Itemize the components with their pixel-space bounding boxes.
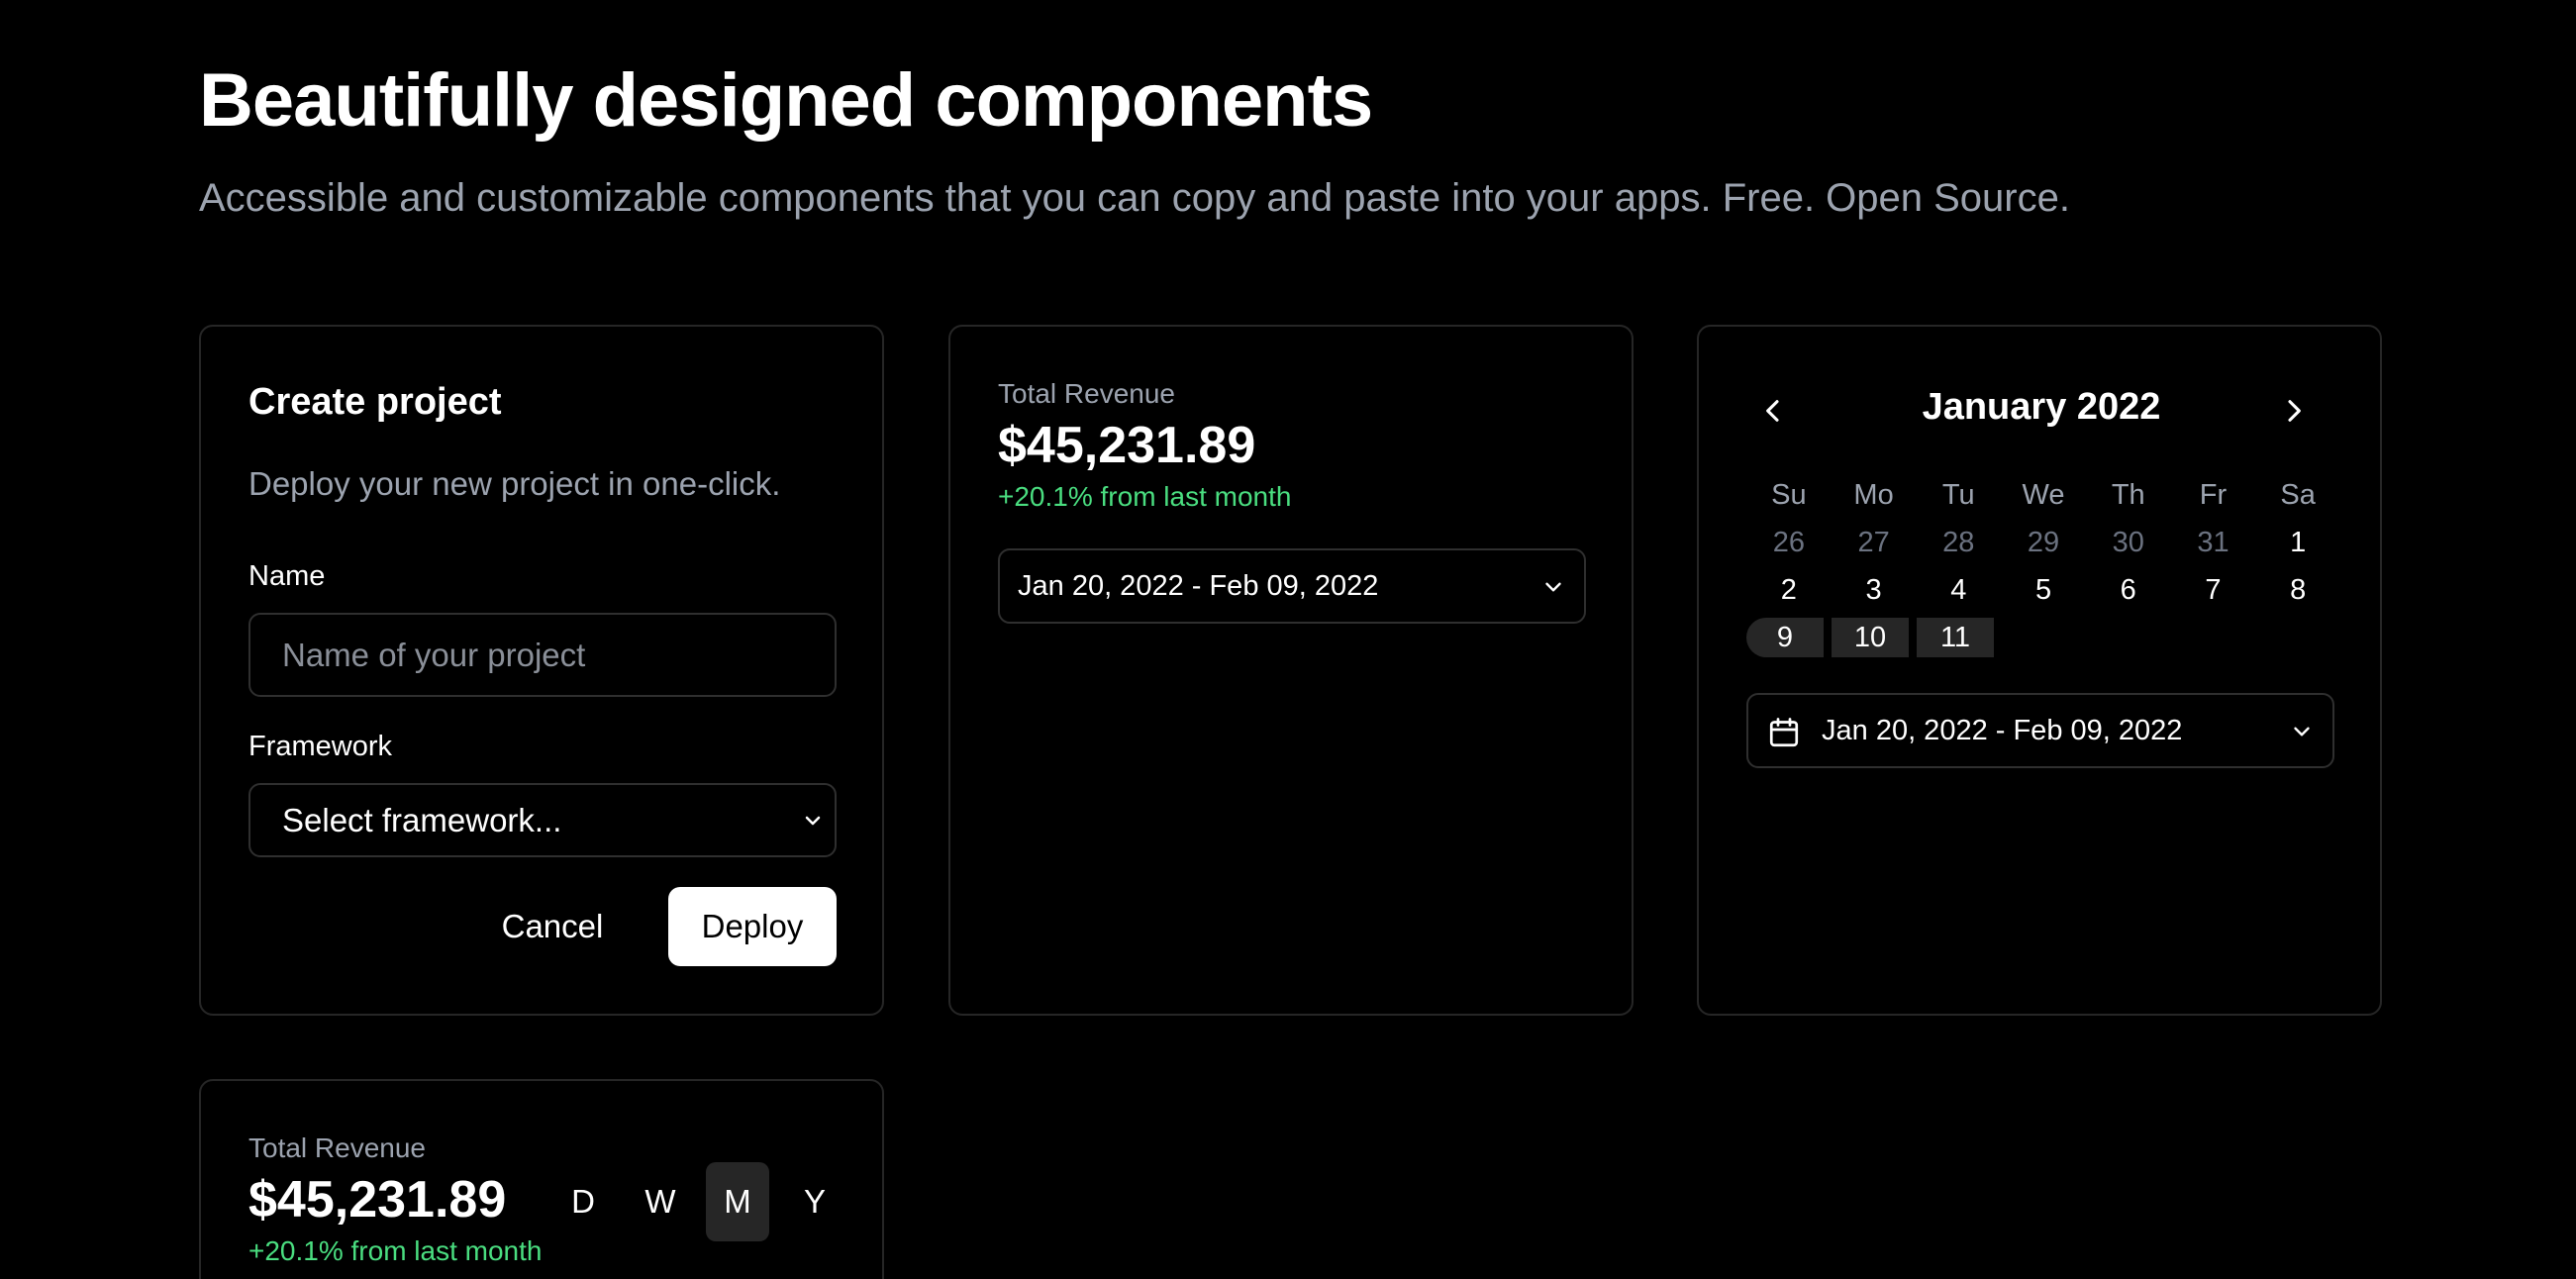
revenue-label: Total Revenue bbox=[998, 378, 1176, 409]
calendar-day[interactable]: 6 bbox=[2086, 570, 2171, 610]
revenue-card: Total Revenue $45,231.89 +20.1% from las… bbox=[948, 325, 1634, 1016]
framework-select-value: Select framework... bbox=[282, 801, 562, 838]
chevron-down-icon bbox=[2294, 727, 2310, 737]
calendar-grid: Su Mo Tu We Th Fr Sa 26 27 28 29 30 31 1… bbox=[1746, 475, 2340, 665]
calendar-week-row: 9 10 11 bbox=[1746, 618, 2340, 665]
name-label: Name bbox=[248, 560, 326, 592]
calendar-day[interactable]: 26 bbox=[1746, 523, 1832, 562]
weekday-label: Mo bbox=[1853, 478, 1894, 511]
calendar-day[interactable]: 1 bbox=[2255, 523, 2340, 562]
create-project-description: Deploy your new project in one-click. bbox=[248, 465, 781, 502]
calendar-icon bbox=[1769, 718, 1799, 747]
calendar-card: January 2022 Su Mo Tu We Th Fr Sa 26 27 … bbox=[1697, 325, 2382, 1016]
cancel-button[interactable]: Cancel bbox=[458, 887, 646, 966]
date-range-picker[interactable]: Jan 20, 2022 - Feb 09, 2022 bbox=[998, 548, 1586, 624]
calendar-day-selected[interactable]: 9 bbox=[1746, 618, 1824, 657]
create-project-title: Create project bbox=[248, 381, 502, 423]
calendar-day[interactable]: 29 bbox=[2001, 523, 2086, 562]
weekday-label: Tu bbox=[1941, 478, 1975, 511]
period-week-button[interactable]: W bbox=[629, 1162, 692, 1241]
date-range-value: Jan 20, 2022 - Feb 09, 2022 bbox=[1018, 569, 1379, 602]
calendar-week-row: 2 3 4 5 6 7 8 bbox=[1746, 570, 2340, 618]
project-name-input[interactable] bbox=[248, 613, 837, 697]
calendar-date-range-value: Jan 20, 2022 - Feb 09, 2022 bbox=[1822, 714, 2183, 746]
create-project-card: Create project Deploy your new project i… bbox=[199, 325, 884, 1016]
revenue-value: $45,231.89 bbox=[248, 1171, 507, 1229]
framework-select[interactable]: Select framework... bbox=[248, 783, 837, 857]
revenue-change: +20.1% from last month bbox=[998, 481, 1292, 512]
chevron-right-icon bbox=[2288, 400, 2301, 422]
page-title: Beautifully designed components bbox=[199, 58, 1373, 143]
revenue-change: +20.1% from last month bbox=[248, 1235, 543, 1266]
period-toggle-group: D W M Y bbox=[551, 1162, 846, 1241]
period-day-button[interactable]: D bbox=[551, 1162, 615, 1241]
chevron-down-icon bbox=[805, 816, 821, 826]
page: Beautifully designed components Accessib… bbox=[0, 0, 2576, 1279]
weekday-label: Sa bbox=[2280, 478, 2316, 511]
calendar-day[interactable]: 7 bbox=[2171, 570, 2256, 610]
calendar-day[interactable]: 8 bbox=[2255, 570, 2340, 610]
calendar-day-in-range[interactable]: 10 bbox=[1832, 618, 1909, 657]
calendar-date-range-picker[interactable]: Jan 20, 2022 - Feb 09, 2022 bbox=[1746, 693, 2334, 768]
page-subtitle: Accessible and customizable components t… bbox=[199, 176, 2070, 220]
calendar-day[interactable]: 5 bbox=[2001, 570, 2086, 610]
weekday-label: We bbox=[2022, 478, 2065, 511]
calendar-day[interactable]: 30 bbox=[2086, 523, 2171, 562]
calendar-day-in-range[interactable]: 11 bbox=[1917, 618, 1994, 657]
weekday-label: Su bbox=[1771, 478, 1807, 511]
revenue-label: Total Revenue bbox=[248, 1132, 427, 1163]
weekday-label: Th bbox=[2111, 478, 2145, 511]
calendar-day[interactable]: 27 bbox=[1832, 523, 1917, 562]
calendar-week-row: 26 27 28 29 30 31 1 bbox=[1746, 523, 2340, 570]
period-year-button[interactable]: Y bbox=[783, 1162, 846, 1241]
weekday-label: Fr bbox=[2199, 478, 2228, 511]
revenue-period-card: Total Revenue $45,231.89 +20.1% from las… bbox=[199, 1079, 884, 1279]
period-month-button[interactable]: M bbox=[706, 1162, 769, 1241]
weekday-header-row: Su Mo Tu We Th Fr Sa bbox=[1746, 475, 2340, 523]
chevron-down-icon bbox=[1545, 582, 1561, 592]
deploy-button[interactable]: Deploy bbox=[668, 887, 837, 966]
next-month-button[interactable] bbox=[2269, 386, 2319, 436]
calendar-day[interactable]: 31 bbox=[2171, 523, 2256, 562]
revenue-value: $45,231.89 bbox=[998, 417, 1256, 474]
calendar-day[interactable]: 28 bbox=[1916, 523, 2001, 562]
calendar-day[interactable]: 4 bbox=[1916, 570, 2001, 610]
calendar-day[interactable]: 2 bbox=[1746, 570, 1832, 610]
framework-label: Framework bbox=[248, 731, 393, 762]
calendar-day[interactable]: 3 bbox=[1832, 570, 1917, 610]
